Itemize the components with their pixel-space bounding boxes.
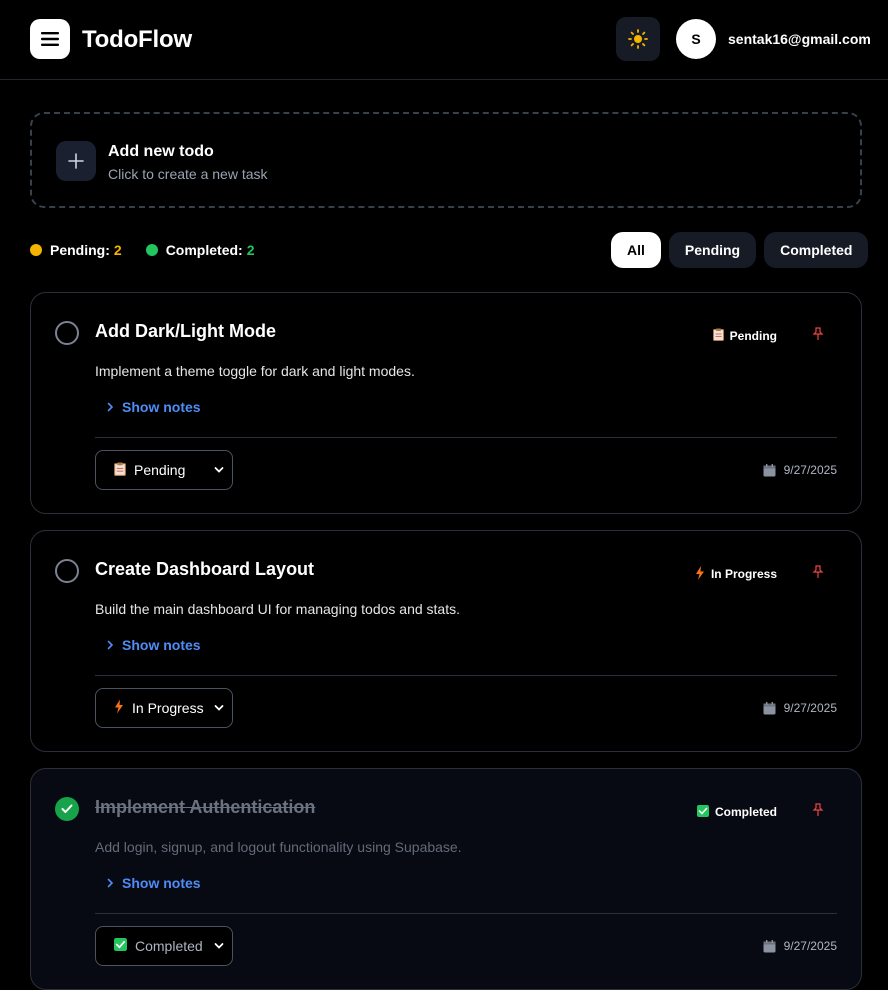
status-select[interactable]: In Progress [95, 688, 233, 728]
app-header: TodoFlow S sentak16@gmail.com [0, 0, 888, 80]
clipboard-icon [712, 328, 724, 344]
todo-title: Create Dashboard Layout [95, 559, 315, 579]
check-box-icon [696, 804, 709, 820]
todo-description: Add login, signup, and logout functional… [95, 839, 462, 855]
completed-count: 2 [246, 242, 255, 258]
chevron-down-icon [214, 467, 224, 473]
clipboard-icon [114, 462, 126, 479]
todo-title: Implement Authentication [95, 797, 316, 817]
completed-stat: Completed: 2 [145, 242, 255, 258]
completed-dot-icon [145, 244, 158, 256]
pin-icon[interactable] [811, 563, 825, 581]
todo-date-value: 9/27/2025 [783, 701, 837, 715]
user-email: sentak16@gmail.com [728, 31, 871, 47]
status-badge-label: Completed [714, 805, 777, 819]
theme-toggle-button[interactable] [616, 17, 660, 61]
status-select-value: Completed [135, 938, 203, 954]
add-todo-title: Add new todo [108, 143, 214, 160]
calendar-icon [763, 463, 776, 476]
checkmark-icon [61, 804, 73, 813]
todo-date: 9/27/2025 [763, 701, 837, 715]
chevron-right-icon [107, 878, 114, 888]
calendar-icon [763, 939, 776, 952]
todo-checkbox[interactable] [55, 797, 79, 821]
status-select[interactable]: Pending [95, 450, 233, 490]
status-badge: In Progress [695, 565, 777, 583]
chevron-down-icon [214, 705, 224, 711]
filter-all-button[interactable]: All [611, 232, 661, 268]
hamburger-icon [41, 32, 59, 46]
show-notes-label: Show notes [122, 875, 201, 891]
todo-date: 9/27/2025 [763, 463, 837, 477]
status-select-value: In Progress [132, 700, 204, 716]
todo-description: Build the main dashboard UI for managing… [95, 601, 460, 617]
todo-title: Add Dark/Light Mode [95, 321, 276, 341]
todo-date-value: 9/27/2025 [783, 939, 837, 953]
status-select-value: Pending [134, 462, 186, 478]
divider [95, 913, 837, 914]
todo-card: Implement Authentication Completed Add l… [30, 768, 862, 990]
show-notes-label: Show notes [122, 637, 201, 653]
todo-stats: Pending: 2 Completed: 2 [30, 241, 278, 259]
pending-stat: Pending: 2 [30, 242, 122, 258]
divider [95, 437, 837, 438]
chevron-down-icon [214, 943, 224, 949]
plus-icon [56, 141, 96, 181]
todo-card: Create Dashboard Layout In Progress Buil… [30, 530, 862, 752]
lightning-icon [114, 699, 124, 717]
show-notes-label: Show notes [122, 399, 201, 415]
show-notes-button[interactable]: Show notes [107, 875, 201, 891]
status-badge-label: In Progress [710, 567, 777, 581]
check-box-icon [114, 938, 127, 954]
todo-checkbox[interactable] [55, 559, 79, 583]
filter-tabs: All Pending Completed [611, 232, 869, 268]
show-notes-button[interactable]: Show notes [107, 399, 201, 415]
todo-description: Implement a theme toggle for dark and li… [95, 363, 415, 379]
completed-label: Completed: [165, 242, 243, 258]
todo-date-value: 9/27/2025 [783, 463, 837, 477]
status-badge: Completed [696, 803, 777, 821]
app-title: TodoFlow [82, 26, 192, 53]
filter-completed-button[interactable]: Completed [764, 232, 869, 268]
calendar-icon [763, 701, 776, 714]
pending-dot-icon [30, 244, 42, 256]
pending-label: Pending: [50, 242, 110, 258]
status-badge: Pending [712, 327, 777, 345]
show-notes-button[interactable]: Show notes [107, 637, 201, 653]
todo-date: 9/27/2025 [763, 939, 837, 953]
avatar[interactable]: S [676, 19, 716, 59]
todo-checkbox[interactable] [55, 321, 79, 345]
divider [95, 675, 837, 676]
todo-card: Add Dark/Light Mode Pending Implement a … [30, 292, 862, 514]
status-badge-label: Pending [729, 329, 777, 343]
lightning-icon [695, 565, 705, 583]
add-todo-button[interactable]: Add new todo Click to create a new task [30, 112, 862, 208]
chevron-right-icon [107, 640, 114, 650]
filter-pending-button[interactable]: Pending [668, 232, 757, 268]
pending-count: 2 [113, 242, 122, 258]
pin-icon[interactable] [811, 325, 825, 343]
menu-button[interactable] [30, 19, 70, 59]
add-todo-subtitle: Click to create a new task [108, 166, 268, 182]
sun-icon [628, 29, 648, 49]
status-select[interactable]: Completed [95, 926, 233, 966]
pin-icon[interactable] [811, 801, 825, 819]
chevron-right-icon [107, 402, 114, 412]
